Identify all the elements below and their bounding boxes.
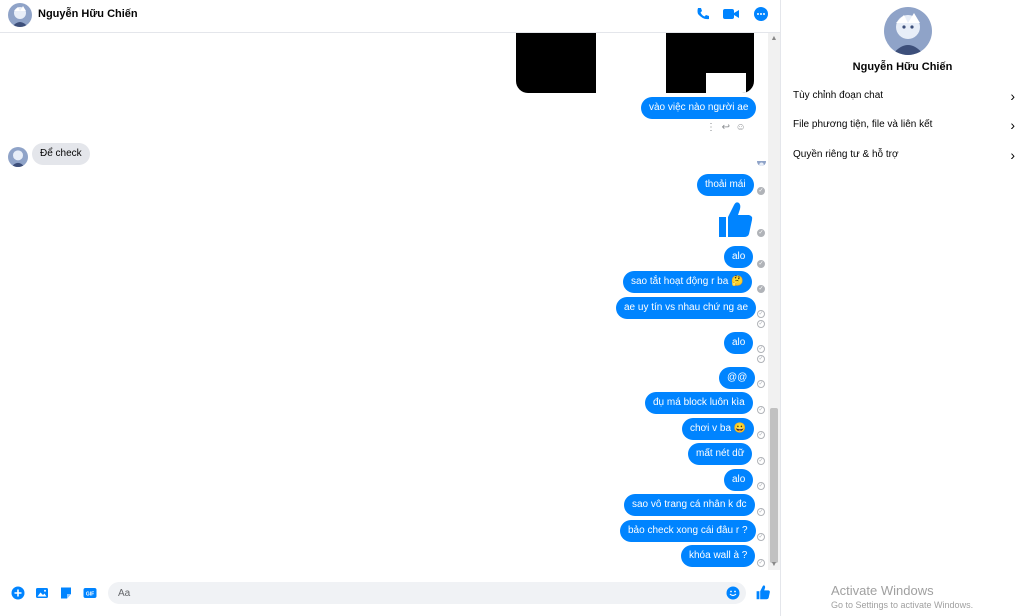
delivered-status-icon: ✓: [757, 345, 765, 353]
message-actions[interactable]: ⋮ ↩ ☺: [706, 122, 746, 133]
message-bubble-outgoing[interactable]: alo: [724, 469, 754, 491]
sidebar-item-label: Tùy chỉnh đoạn chat: [793, 90, 884, 101]
sidebar-item-privacy-support[interactable]: Quyền riêng tư & hỗ trợ ›: [793, 145, 1021, 165]
chat-panel: Nguyễn Hữu Chiến vào việc nào người ae ⋮…: [0, 0, 781, 616]
image-icon[interactable]: [35, 586, 49, 600]
svg-text:GIF: GIF: [86, 591, 94, 597]
chevron-right-icon: ›: [1010, 147, 1015, 163]
activate-windows-watermark: Activate Windows Go to Settings to activ…: [831, 583, 973, 610]
delivered-status-icon: ✓: [757, 431, 765, 439]
like-icon[interactable]: [755, 584, 771, 600]
phone-icon[interactable]: [695, 6, 713, 24]
delivered-status-icon: ✓: [757, 406, 765, 414]
reply-icon[interactable]: ↩: [722, 122, 730, 133]
more-options-icon[interactable]: [753, 6, 771, 24]
delivered-status-icon: ✓: [757, 559, 765, 567]
message-bubble-outgoing[interactable]: alo: [724, 246, 754, 268]
sidebar-item-label: File phương tiện, file và liên kết: [793, 119, 933, 130]
scroll-up-arrow[interactable]: ▲: [770, 35, 778, 43]
watermark-subtitle: Go to Settings to activate Windows.: [831, 600, 974, 610]
sent-status-icon: ✓: [757, 285, 765, 293]
message-bubble-outgoing[interactable]: @@: [719, 367, 756, 389]
video-call-icon[interactable]: [722, 6, 740, 24]
delivered-status-icon: ✓: [757, 482, 765, 490]
contact-avatar[interactable]: [8, 3, 32, 27]
message-bubble-outgoing[interactable]: sao vô trang cá nhân k đc: [624, 494, 755, 516]
message-bubble-outgoing[interactable]: đụ má block luôn kìa: [645, 392, 753, 414]
contact-name-large: Nguyễn Hữu Chiến: [852, 61, 953, 73]
delivered-status-icon: ✓: [757, 355, 765, 363]
delivered-status-icon: ✓: [757, 380, 765, 388]
delivered-status-icon: ✓: [757, 320, 765, 328]
message-bubble-outgoing[interactable]: ae uy tín vs nhau chứ ng ae: [616, 297, 756, 319]
message-composer: GIF: [0, 576, 780, 610]
contact-avatar-small[interactable]: [8, 147, 28, 167]
sticker-icon[interactable]: [59, 586, 73, 600]
emoji-icon[interactable]: [726, 586, 740, 600]
plus-icon[interactable]: [11, 586, 25, 600]
shared-screenshot-image[interactable]: [516, 33, 754, 93]
delivered-status-icon: ✓: [757, 508, 765, 516]
watermark-title: Activate Windows: [831, 583, 934, 598]
conversation-info-panel: Nguyễn Hữu Chiến Tùy chỉnh đoạn chat › F…: [781, 0, 1024, 616]
scrollbar-thumb[interactable]: [770, 408, 778, 563]
contact-avatar-large[interactable]: [884, 7, 932, 55]
message-bubble-outgoing[interactable]: chơi v ba 😀: [682, 418, 755, 440]
gif-icon[interactable]: GIF: [83, 586, 97, 600]
sidebar-item-media-files-links[interactable]: File phương tiện, file và liên kết ›: [793, 115, 1021, 135]
react-icon[interactable]: ☺: [736, 122, 746, 133]
message-bubble-outgoing[interactable]: sao tắt hoạt động r ba 🤔: [623, 271, 752, 293]
delivered-status-icon: ✓: [757, 310, 765, 318]
message-bubble-outgoing[interactable]: vào việc nào người ae: [641, 97, 757, 119]
sidebar-item-label: Quyền riêng tư & hỗ trợ: [793, 149, 899, 160]
delivered-status-icon: ✓: [757, 457, 765, 465]
message-bubble-outgoing[interactable]: mất nét dữ: [688, 443, 753, 465]
sent-status-icon: ✓: [757, 229, 765, 237]
seen-avatar: [757, 157, 766, 166]
contact-name[interactable]: Nguyễn Hữu Chiến: [38, 8, 138, 20]
thumbs-up-sticker[interactable]: [716, 199, 754, 239]
scroll-down-arrow[interactable]: ▼: [770, 561, 778, 569]
delivered-status-icon: ✓: [757, 533, 765, 541]
more-icon[interactable]: ⋮: [706, 122, 716, 133]
message-bubble-outgoing[interactable]: alo: [724, 332, 754, 354]
sent-status-icon: ✓: [757, 260, 765, 268]
chevron-right-icon: ›: [1010, 117, 1015, 133]
chat-header: Nguyễn Hữu Chiến: [0, 0, 780, 33]
message-bubble-incoming[interactable]: Để check: [32, 143, 90, 165]
message-bubble-outgoing[interactable]: bảo check xong cái đâu r ?: [620, 520, 756, 542]
chevron-right-icon: ›: [1010, 88, 1015, 104]
sidebar-item-customize-chat[interactable]: Tùy chỉnh đoạn chat ›: [793, 86, 1021, 106]
message-bubble-outgoing[interactable]: thoải mái: [697, 174, 754, 196]
message-input[interactable]: [108, 582, 746, 604]
message-bubble-outgoing[interactable]: khóa wall à ?: [681, 545, 756, 567]
sent-status-icon: ✓: [757, 187, 765, 195]
